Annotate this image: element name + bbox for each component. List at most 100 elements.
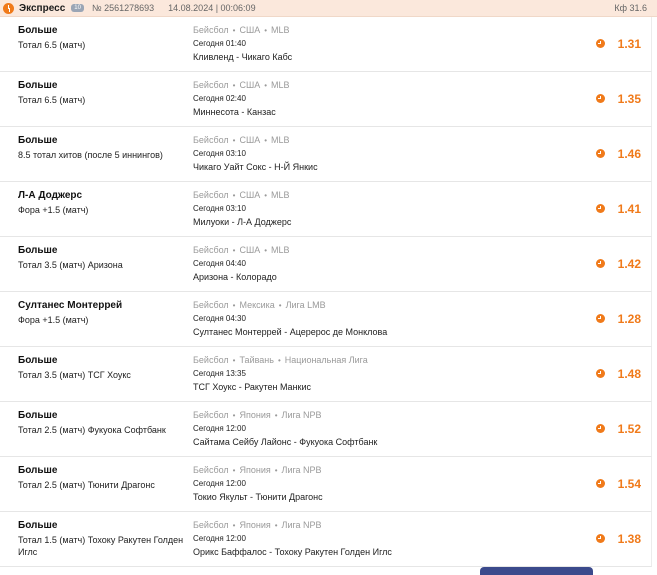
country-name: Япония: [239, 465, 271, 475]
clock-icon: [596, 479, 605, 488]
league-name: Лига LMB: [285, 300, 326, 310]
bookmaker-logo-icon: [3, 2, 14, 14]
clock-icon: [596, 314, 605, 323]
event-time: Сегодня 02:40: [193, 94, 246, 103]
breadcrumb-separator: •: [232, 246, 236, 255]
event-teams[interactable]: Орикс Баффалос - Тохоку Ракутен Голден И…: [193, 547, 392, 557]
event-time: Сегодня 12:00: [193, 534, 246, 543]
bet-pick: Больше: [18, 135, 58, 146]
bet-pick: Больше: [18, 520, 58, 531]
bet-row[interactable]: Больше 8.5 тотал хитов (после 5 иннингов)…: [0, 127, 652, 182]
event-breadcrumb[interactable]: Бейсбол • Тайвань • Национальная Лига: [193, 355, 368, 365]
event-breadcrumb[interactable]: Бейсбол • США • MLB: [193, 135, 290, 145]
bet-number: № 2561278693: [91, 3, 155, 13]
event-time: Сегодня 03:10: [193, 149, 246, 158]
bet-market: Фора +1.5 (матч): [18, 315, 89, 325]
clock-icon: [596, 39, 605, 48]
clock-icon: [596, 204, 605, 213]
bet-row[interactable]: Л-А Доджерс Фора +1.5 (матч) Бейсбол • США • M…: [0, 182, 652, 237]
event-teams[interactable]: Аризона - Колорадо: [193, 272, 277, 282]
clock-icon: [596, 259, 605, 268]
sport-name: Бейсбол: [193, 465, 229, 475]
bet-odds: 1.52: [617, 422, 641, 436]
event-teams[interactable]: ТСГ Хоукс - Ракутен Манкис: [193, 382, 311, 392]
event-breadcrumb[interactable]: Бейсбол • США • MLB: [193, 245, 290, 255]
bet-pick: Султанес Монтеррей: [18, 300, 123, 311]
sport-name: Бейсбол: [193, 25, 229, 35]
sport-name: Бейсбол: [193, 135, 229, 145]
bet-type-title: Экспресс: [19, 2, 66, 14]
league-name: MLB: [271, 190, 290, 200]
bet-row[interactable]: Больше Тотал 3.5 (матч) Аризона Бейсбол • СШ…: [0, 237, 652, 292]
event-breadcrumb[interactable]: Бейсбол • Мексика • Лига LMB: [193, 300, 326, 310]
clock-icon: [596, 149, 605, 158]
event-breadcrumb[interactable]: Бейсбол • Япония • Лига NPB: [193, 520, 322, 530]
event-teams[interactable]: Миннесота - Канзас: [193, 107, 276, 117]
breadcrumb-separator: •: [232, 411, 236, 420]
bet-list: Больше Тотал 6.5 (матч) Бейсбол • США • MLB Сег…: [0, 17, 652, 567]
event-time: Сегодня 12:00: [193, 424, 246, 433]
event-teams[interactable]: Чикаго Уайт Сокс - Н-Й Янкис: [193, 162, 318, 172]
bet-market: Тотал 6.5 (матч): [18, 40, 86, 50]
event-breadcrumb[interactable]: Бейсбол • США • MLB: [193, 80, 290, 90]
breadcrumb-separator: •: [264, 81, 268, 90]
event-breadcrumb[interactable]: Бейсбол • Япония • Лига NPB: [193, 410, 322, 420]
breadcrumb-separator: •: [264, 136, 268, 145]
clock-icon: [596, 534, 605, 543]
breadcrumb-separator: •: [278, 301, 282, 310]
bet-row[interactable]: Больше Тотал 2.5 (матч) Тюнити Драгонс Бей…: [0, 457, 652, 512]
country-name: США: [239, 135, 261, 145]
event-breadcrumb[interactable]: Бейсбол • Япония • Лига NPB: [193, 465, 322, 475]
bet-row[interactable]: Больше Тотал 2.5 (матч) Фукуока Софтбанк Б…: [0, 402, 652, 457]
event-teams[interactable]: Сайтама Сейбу Лайонс - Фукуока Софтбанк: [193, 437, 377, 447]
breadcrumb-separator: •: [232, 466, 236, 475]
bet-count-badge: 10: [71, 4, 84, 12]
bet-odds: 1.38: [617, 532, 641, 546]
bet-market: Тотал 1.5 (матч) Тохоку Ракутен Голден И…: [18, 535, 184, 557]
event-teams[interactable]: Султанес Монтеррей - Ацерерос де Монклов…: [193, 327, 387, 337]
breadcrumb-separator: •: [232, 356, 236, 365]
event-breadcrumb[interactable]: Бейсбол • США • MLB: [193, 25, 290, 35]
bet-row[interactable]: Больше Тотал 3.5 (матч) ТСГ Хоукс Бейсбол •…: [0, 347, 652, 402]
sport-name: Бейсбол: [193, 190, 229, 200]
bet-row[interactable]: Больше Тотал 1.5 (матч) Тохоку Ракутен Го…: [0, 512, 652, 567]
event-teams[interactable]: Кливленд - Чикаго Кабс: [193, 52, 292, 62]
bet-odds: 1.46: [617, 147, 641, 161]
bet-row[interactable]: Султанес Монтеррей Фора +1.5 (матч) Бейсбо…: [0, 292, 652, 347]
total-coefficient: Кф 31.6: [614, 3, 647, 13]
clock-icon: [596, 369, 605, 378]
country-name: Япония: [239, 410, 271, 420]
breadcrumb-separator: •: [277, 356, 281, 365]
bet-odds: 1.48: [617, 367, 641, 381]
bet-pick: Больше: [18, 245, 58, 256]
bet-row[interactable]: Больше Тотал 6.5 (матч) Бейсбол • США • MLB Сег…: [0, 72, 652, 127]
bet-datetime: 14.08.2024 | 00:06:09: [168, 3, 256, 13]
sport-name: Бейсбол: [193, 245, 229, 255]
breadcrumb-separator: •: [264, 191, 268, 200]
league-name: MLB: [271, 25, 290, 35]
bet-market: 8.5 тотал хитов (после 5 иннингов): [18, 150, 163, 160]
sport-name: Бейсбол: [193, 410, 229, 420]
bet-market: Фора +1.5 (матч): [18, 205, 89, 215]
country-name: США: [239, 25, 261, 35]
event-teams[interactable]: Токио Якульт - Тюнити Драгонс: [193, 492, 323, 502]
league-name: Лига NPB: [281, 410, 322, 420]
breadcrumb-separator: •: [232, 521, 236, 530]
clock-icon: [596, 94, 605, 103]
event-breadcrumb[interactable]: Бейсбол • США • MLB: [193, 190, 290, 200]
bet-market: Тотал 6.5 (матч): [18, 95, 86, 105]
bet-pick: Л-А Доджерс: [18, 190, 83, 201]
league-name: Лига NPB: [281, 520, 322, 530]
breadcrumb-separator: •: [232, 81, 236, 90]
event-teams[interactable]: Милуоки - Л-А Доджерс: [193, 217, 291, 227]
bet-row[interactable]: Больше Тотал 6.5 (матч) Бейсбол • США • MLB Сег…: [0, 17, 652, 72]
country-name: США: [239, 245, 261, 255]
bottom-action-button[interactable]: [480, 567, 593, 575]
event-time: Сегодня 04:30: [193, 314, 246, 323]
bet-market: Тотал 3.5 (матч) Аризона: [18, 260, 123, 270]
bet-odds: 1.28: [617, 312, 641, 326]
bet-odds: 1.54: [617, 477, 641, 491]
event-time: Сегодня 03:10: [193, 204, 246, 213]
bet-header[interactable]: Экспресс 10 № 2561278693 14.08.2024 | 00…: [0, 0, 657, 17]
sport-name: Бейсбол: [193, 300, 229, 310]
